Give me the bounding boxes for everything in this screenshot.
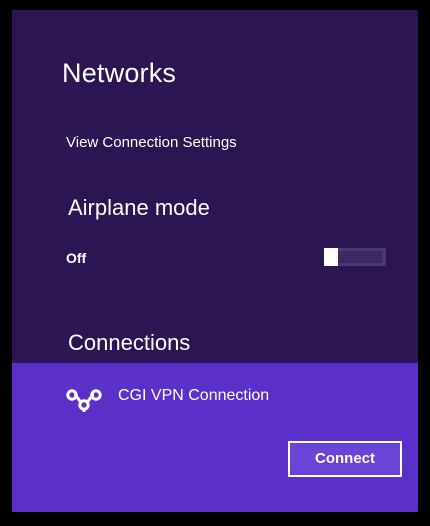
connection-item-vpn[interactable]: CGI VPN Connection Connect bbox=[12, 363, 418, 512]
networks-panel: Networks View Connection Settings Airpla… bbox=[12, 10, 418, 512]
panel-title: Networks bbox=[62, 58, 177, 88]
airplane-mode-toggle[interactable] bbox=[324, 248, 386, 266]
vpn-link-icon bbox=[65, 386, 103, 413]
toggle-track bbox=[338, 251, 382, 263]
connect-button[interactable]: Connect bbox=[288, 441, 402, 477]
connections-heading: Connections bbox=[68, 330, 191, 355]
airplane-mode-heading: Airplane mode bbox=[68, 195, 210, 220]
window-frame: Networks View Connection Settings Airpla… bbox=[0, 0, 430, 526]
toggle-thumb[interactable] bbox=[324, 248, 338, 266]
airplane-mode-state-label: Off bbox=[66, 250, 87, 266]
view-connection-settings-link[interactable]: View Connection Settings bbox=[66, 134, 237, 151]
connection-name: CGI VPN Connection bbox=[118, 387, 270, 404]
